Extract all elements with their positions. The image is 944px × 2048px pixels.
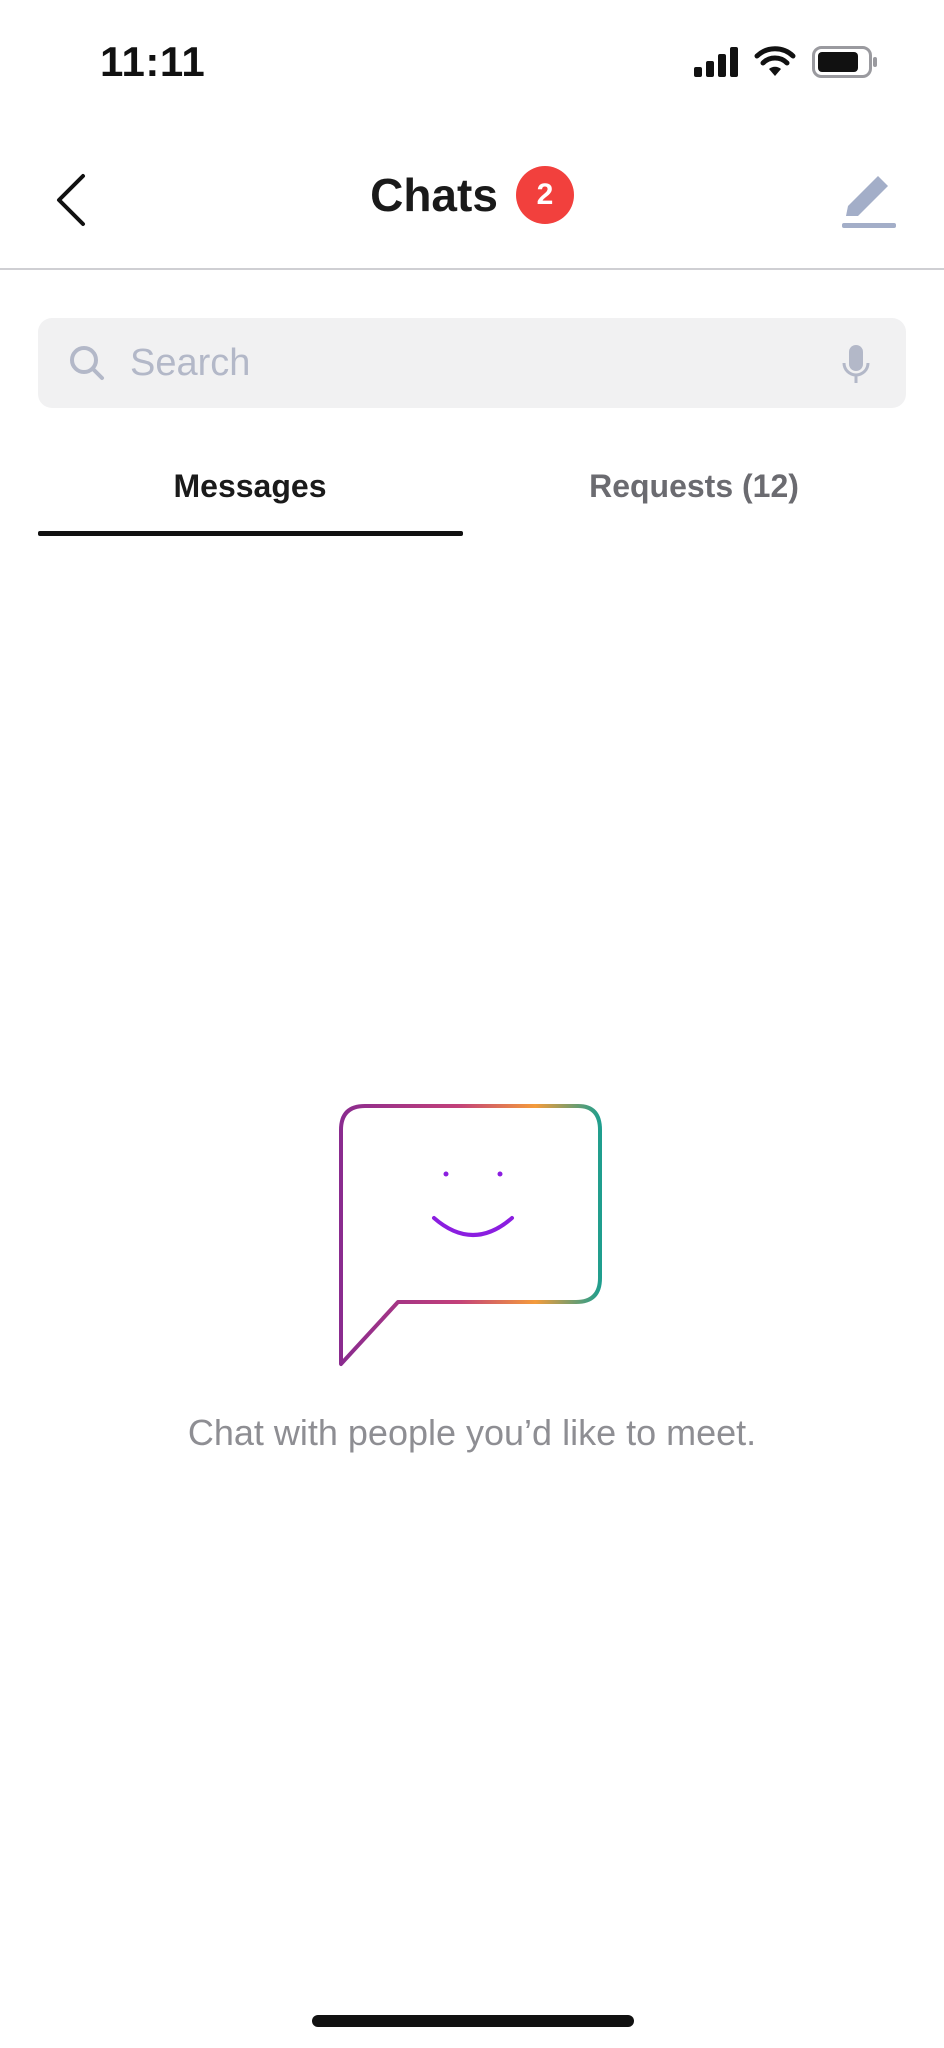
unread-badge: 2	[515, 166, 574, 224]
header-divider	[0, 268, 944, 270]
tab-requests[interactable]: Requests (12)	[482, 440, 906, 532]
battery-icon	[812, 46, 877, 78]
search-bar[interactable]	[38, 318, 906, 408]
search-icon	[68, 343, 108, 383]
home-indicator[interactable]	[312, 2015, 634, 2027]
mic-icon[interactable]	[836, 342, 876, 386]
compose-button[interactable]	[834, 165, 904, 235]
search-input[interactable]	[128, 340, 812, 386]
signal-icon	[694, 47, 738, 77]
chat-bubble-smile-icon	[339, 1104, 602, 1366]
compose-icon	[842, 176, 896, 228]
status-icons	[694, 46, 878, 78]
empty-state-message: Chat with people you’d like to meet.	[187, 1412, 757, 1453]
status-time: 11:11	[100, 38, 206, 85]
active-tab-indicator	[38, 531, 463, 536]
page-title: Chats	[370, 169, 498, 221]
tab-messages[interactable]: Messages	[38, 440, 462, 532]
wifi-icon	[754, 46, 796, 76]
header-title-group: Chats 2	[0, 166, 944, 224]
